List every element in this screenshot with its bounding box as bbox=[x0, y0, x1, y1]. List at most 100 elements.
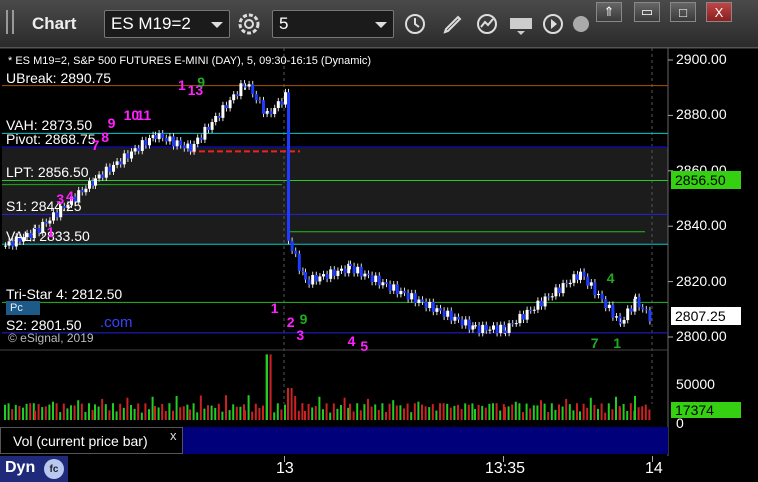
close-button[interactable]: X bbox=[706, 2, 732, 22]
clock-icon bbox=[405, 14, 425, 34]
symbol-selector[interactable]: ES M19=2 bbox=[104, 10, 230, 38]
candle-body bbox=[207, 126, 210, 130]
candle-body bbox=[122, 153, 126, 165]
volume-bar bbox=[428, 407, 431, 420]
candle-body bbox=[641, 307, 645, 310]
candle-body bbox=[381, 282, 385, 286]
candle-body bbox=[457, 316, 460, 320]
candle-body bbox=[140, 140, 144, 151]
volume-axis-label: 50000 bbox=[676, 376, 715, 392]
candle-body bbox=[554, 287, 558, 297]
volume-bar bbox=[532, 405, 535, 420]
volume-bar bbox=[347, 407, 350, 420]
volume-bar bbox=[122, 407, 125, 420]
volume-bar bbox=[112, 403, 114, 420]
settings-button[interactable] bbox=[234, 10, 264, 38]
candle-body bbox=[561, 283, 565, 294]
candle-body bbox=[284, 92, 287, 105]
volume-bar bbox=[88, 403, 90, 420]
volume-bar bbox=[558, 404, 560, 420]
candle-body bbox=[474, 325, 477, 327]
volume-bar bbox=[301, 403, 304, 420]
level-label: Tri-Star 4: 2812.50 bbox=[6, 286, 123, 303]
candle-body bbox=[428, 301, 432, 309]
volume-bar bbox=[232, 404, 235, 420]
volume-bar bbox=[374, 404, 377, 420]
volume-bar bbox=[547, 411, 550, 420]
candle-body bbox=[477, 325, 481, 334]
replay-button[interactable] bbox=[538, 10, 568, 38]
volume-bar bbox=[307, 403, 310, 420]
volume-bar bbox=[196, 412, 199, 420]
volume-bar bbox=[126, 397, 129, 420]
candle-body bbox=[164, 138, 168, 142]
plot-background bbox=[2, 48, 668, 456]
price-axis-label: 2900.00 bbox=[676, 51, 727, 67]
gear-icon bbox=[238, 13, 260, 35]
candle-body bbox=[532, 309, 536, 311]
candle-body bbox=[266, 111, 269, 113]
maximize-button[interactable]: □ bbox=[670, 2, 696, 22]
candle-body bbox=[239, 83, 243, 97]
time-label: 13:35 bbox=[485, 460, 526, 477]
candle-body bbox=[388, 283, 392, 291]
price-chart[interactable] bbox=[0, 48, 758, 456]
minimize-button[interactable]: ▭ bbox=[634, 2, 660, 22]
candle-body bbox=[619, 321, 622, 324]
candle-body bbox=[540, 300, 543, 307]
fc-icon[interactable]: fc bbox=[44, 459, 64, 479]
volume-bar bbox=[52, 401, 54, 420]
close-icon[interactable]: x bbox=[170, 428, 177, 443]
float-window-button[interactable]: ⇑ bbox=[596, 2, 622, 22]
td-count-label: 1 bbox=[270, 299, 279, 316]
drag-handle[interactable] bbox=[6, 10, 14, 34]
lpt-price-badge: 2856.50 bbox=[671, 171, 741, 189]
link-button[interactable] bbox=[566, 10, 596, 38]
volume-bar bbox=[392, 400, 395, 420]
volume-study-label[interactable]: Vol (current price bar) bbox=[0, 427, 183, 454]
volume-bar bbox=[284, 404, 286, 420]
td-count-label: 7 bbox=[91, 136, 100, 153]
draw-button[interactable] bbox=[438, 10, 468, 38]
candle-body bbox=[148, 138, 151, 146]
candle-body bbox=[586, 276, 590, 286]
volume-bar bbox=[148, 409, 150, 420]
volume-bar bbox=[182, 406, 185, 420]
volume-bar bbox=[34, 410, 36, 420]
volume-bar bbox=[11, 409, 14, 420]
candle-body bbox=[101, 174, 105, 178]
td-count-label: 1 bbox=[46, 223, 55, 240]
time-button[interactable] bbox=[400, 10, 430, 38]
candle-body bbox=[235, 94, 239, 97]
volume-bar bbox=[417, 401, 420, 420]
link-icon bbox=[573, 16, 589, 32]
candle-body bbox=[214, 115, 218, 123]
volume-bar bbox=[59, 412, 62, 420]
volume-bar bbox=[239, 406, 242, 420]
volume-bar bbox=[157, 407, 160, 420]
candle-body bbox=[304, 271, 307, 280]
candle-body bbox=[413, 293, 417, 304]
volume-bar bbox=[568, 404, 571, 420]
candle-body bbox=[504, 330, 507, 333]
candle-body bbox=[453, 316, 457, 321]
candle-body bbox=[332, 269, 336, 276]
volume-bar bbox=[356, 403, 359, 420]
candle-body bbox=[363, 273, 367, 277]
volume-bar bbox=[154, 406, 156, 420]
volume-bar bbox=[140, 412, 143, 420]
volume-bar bbox=[406, 403, 409, 420]
candle-body bbox=[424, 301, 428, 309]
get-button[interactable] bbox=[506, 10, 536, 38]
candle-body bbox=[629, 308, 633, 312]
interval-selector[interactable]: 5 bbox=[272, 10, 394, 38]
price-axis-label: 2840.00 bbox=[676, 217, 727, 234]
volume-bar bbox=[385, 411, 387, 420]
volume-bar bbox=[543, 403, 546, 420]
volume-bar bbox=[179, 407, 182, 420]
volume-bar bbox=[77, 400, 80, 420]
volume-bar bbox=[254, 403, 257, 420]
candle-body bbox=[144, 140, 148, 146]
studies-button[interactable] bbox=[472, 10, 502, 38]
candle-body bbox=[119, 161, 123, 165]
